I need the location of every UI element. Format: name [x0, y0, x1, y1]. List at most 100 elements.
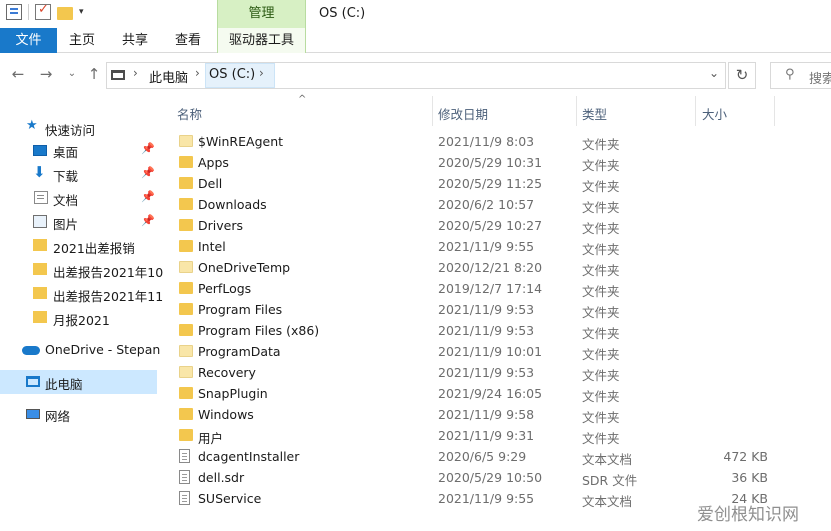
breadcrumb-chevron-icon[interactable]: › — [195, 66, 200, 80]
file-row[interactable]: Intel 2021/11/9 9:55 文件夹 — [158, 236, 831, 257]
window-title: OS (C:) — [319, 6, 366, 21]
nav-onedrive[interactable]: OneDrive - Stepan — [0, 338, 160, 362]
ribbon-tabs: 文件 主页 共享 查看 驱动器工具 — [0, 28, 831, 53]
nav-item-folder[interactable]: 2021出差报销 — [0, 234, 157, 258]
column-divider[interactable] — [576, 96, 577, 126]
pin-icon[interactable]: 📌 — [141, 166, 155, 179]
folder-icon — [179, 219, 193, 231]
properties-icon[interactable] — [6, 4, 22, 20]
address-bar[interactable]: › 此电脑 › OS (C:) › ⌄ — [106, 62, 726, 89]
file-name: Drivers — [198, 218, 243, 233]
breadcrumb-os-c[interactable]: OS (C:) — [209, 67, 255, 82]
nav-label: 图片 — [53, 217, 79, 232]
file-date: 2021/11/9 10:01 — [438, 344, 543, 359]
column-divider[interactable] — [695, 96, 696, 126]
nav-this-pc[interactable]: 此电脑 — [0, 370, 157, 394]
title-bar: ▾ 管理 OS (C:) — [0, 0, 831, 28]
folder-icon — [179, 429, 193, 441]
nav-item-documents[interactable]: 文档 📌 — [0, 186, 157, 210]
file-row[interactable]: ProgramData 2021/11/9 10:01 文件夹 — [158, 341, 831, 362]
nav-item-pictures[interactable]: 图片 📌 — [0, 210, 157, 234]
file-name: dell.sdr — [198, 470, 245, 485]
nav-label: 月报2021 — [53, 313, 110, 328]
folder-icon — [179, 345, 193, 357]
file-date: 2020/5/29 10:31 — [438, 155, 543, 170]
tab-home[interactable]: 主页 — [57, 28, 107, 53]
tab-file[interactable]: 文件 — [0, 28, 57, 53]
breadcrumb-this-pc[interactable]: 此电脑 — [149, 67, 188, 86]
file-row[interactable]: Dell 2020/5/29 11:25 文件夹 — [158, 173, 831, 194]
refresh-button[interactable]: ↻ — [728, 62, 756, 89]
file-date: 2021/11/9 9:55 — [438, 491, 535, 506]
file-row[interactable]: PerfLogs 2019/12/7 17:14 文件夹 — [158, 278, 831, 299]
file-date: 2021/11/9 9:31 — [438, 428, 535, 443]
back-arrow-icon[interactable]: ← — [8, 64, 28, 84]
address-dropdown-icon[interactable]: ⌄ — [709, 66, 719, 80]
file-row[interactable]: Drivers 2020/5/29 10:27 文件夹 — [158, 215, 831, 236]
folder-icon — [179, 156, 193, 168]
nav-item-folder[interactable]: 月报2021 — [0, 306, 157, 330]
customize-dropdown-icon[interactable]: ▾ — [79, 4, 89, 20]
forward-arrow-icon[interactable]: → — [36, 64, 56, 84]
column-header-size[interactable]: 大小 — [702, 104, 727, 123]
nav-label: 出差报告2021年10 — [53, 265, 164, 280]
nav-item-folder[interactable]: 出差报告2021年10 — [0, 258, 163, 282]
sort-ascending-icon: ^ — [298, 94, 307, 105]
search-box[interactable]: ⚲ 搜索 — [770, 62, 831, 89]
tab-share[interactable]: 共享 — [110, 28, 160, 53]
column-header-name[interactable]: 名称 — [177, 104, 202, 123]
nav-item-folder[interactable]: 出差报告2021年11 — [0, 282, 163, 306]
pin-icon[interactable]: 📌 — [141, 190, 155, 203]
new-folder-icon[interactable] — [57, 6, 73, 20]
file-row[interactable]: Apps 2020/5/29 10:31 文件夹 — [158, 152, 831, 173]
manage-context-tab[interactable]: 管理 — [217, 0, 306, 28]
recent-locations-chevron-icon[interactable]: ⌄ — [62, 64, 82, 84]
column-divider[interactable] — [774, 96, 775, 126]
folder-icon — [33, 311, 47, 323]
folder-icon — [33, 287, 47, 299]
pin-icon[interactable]: 📌 — [141, 142, 155, 155]
file-name: Dell — [198, 176, 223, 191]
checkmark-icon[interactable] — [35, 2, 51, 20]
navigation-bar: ← → ⌄ ↑ › 此电脑 › OS (C:) › ⌄ ↻ ⚲ 搜索 — [0, 54, 831, 96]
nav-network[interactable]: 网络 — [0, 402, 157, 426]
file-icon — [179, 470, 190, 484]
up-arrow-icon[interactable]: ↑ — [84, 64, 104, 84]
download-icon: ⬇ — [33, 163, 46, 181]
file-size: 36 KB — [731, 470, 768, 485]
desktop-icon — [33, 145, 47, 156]
file-type: 文件夹 — [582, 200, 620, 215]
file-name: SUService — [198, 491, 262, 506]
breadcrumb-chevron-icon[interactable]: › — [259, 66, 264, 80]
file-row[interactable]: Downloads 2020/6/2 10:57 文件夹 — [158, 194, 831, 215]
nav-item-downloads[interactable]: ⬇ 下载 📌 — [0, 162, 157, 186]
watermark: 爱创根知识网 — [697, 505, 799, 525]
folder-icon — [179, 387, 193, 399]
file-row[interactable]: dell.sdr 2020/5/29 10:50 SDR 文件 36 KB — [158, 467, 831, 488]
nav-quick-access[interactable]: ★ 快速访问 — [0, 116, 157, 140]
file-row[interactable]: OneDriveTemp 2020/12/21 8:20 文件夹 — [158, 257, 831, 278]
file-row[interactable]: $WinREAgent 2021/11/9 8:03 文件夹 — [158, 131, 831, 152]
nav-label: 文档 — [53, 193, 79, 208]
column-divider[interactable] — [432, 96, 433, 126]
file-name: 用户 — [198, 431, 224, 446]
column-header-type[interactable]: 类型 — [582, 104, 607, 123]
file-row[interactable]: dcagentInstaller 2020/6/5 9:29 文本文档 472 KB — [158, 446, 831, 467]
file-type: 文本文档 — [582, 494, 633, 509]
breadcrumb-chevron-icon[interactable]: › — [133, 66, 138, 80]
tab-drive-tools[interactable]: 驱动器工具 — [217, 28, 306, 53]
tab-view[interactable]: 查看 — [163, 28, 213, 53]
column-header-date[interactable]: 修改日期 — [438, 104, 488, 123]
computer-icon — [26, 376, 40, 387]
file-row[interactable]: Program Files 2021/11/9 9:53 文件夹 — [158, 299, 831, 320]
file-type: 文件夹 — [582, 221, 620, 236]
nav-label: 桌面 — [53, 145, 79, 160]
pin-icon[interactable]: 📌 — [141, 214, 155, 227]
file-row[interactable]: Recovery 2021/11/9 9:53 文件夹 — [158, 362, 831, 383]
file-row[interactable]: 用户 2021/11/9 9:31 文件夹 — [158, 425, 831, 446]
nav-item-desktop[interactable]: 桌面 📌 — [0, 138, 157, 162]
file-row[interactable]: SnapPlugin 2021/9/24 16:05 文件夹 — [158, 383, 831, 404]
file-type: 文件夹 — [582, 368, 620, 383]
file-row[interactable]: Windows 2021/11/9 9:58 文件夹 — [158, 404, 831, 425]
file-row[interactable]: Program Files (x86) 2021/11/9 9:53 文件夹 — [158, 320, 831, 341]
